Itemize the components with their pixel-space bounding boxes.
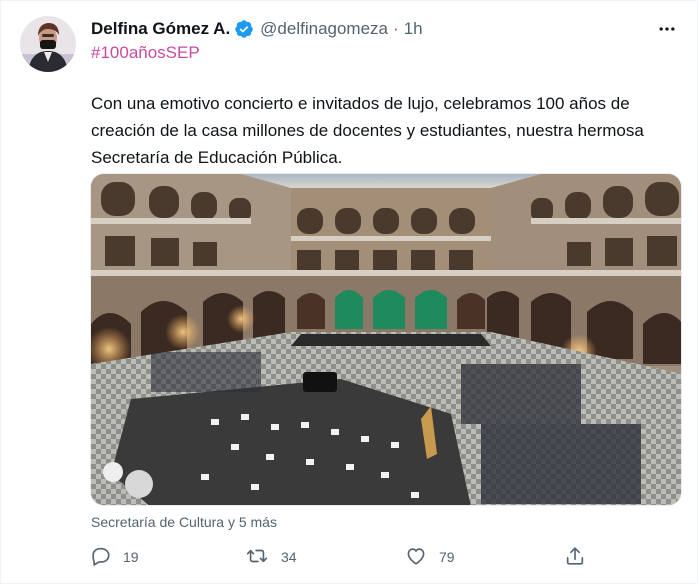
tweet-photo[interactable] <box>90 173 682 506</box>
tweet-text: Con una emotivo concierto e invitados de… <box>91 94 644 167</box>
verified-badge-icon <box>234 19 254 39</box>
separator-dot: · <box>393 19 399 38</box>
author-handle[interactable]: @delfinagomeza <box>260 19 388 39</box>
reply-count: 19 <box>123 549 139 565</box>
like-button[interactable]: 79 <box>405 544 455 570</box>
retweet-button[interactable]: 34 <box>245 544 297 570</box>
reply-icon <box>89 545 111 570</box>
tweet[interactable]: Delfina Gómez A. @delfinagomeza · 1h #10… <box>0 0 698 584</box>
author-name[interactable]: Delfina Gómez A. <box>91 19 230 39</box>
share-icon <box>564 545 586 570</box>
share-button[interactable] <box>564 544 586 570</box>
like-count: 79 <box>439 549 455 565</box>
retweet-icon <box>245 545 269 570</box>
tweet-header: Delfina Gómez A. @delfinagomeza · 1h <box>91 17 423 41</box>
tagged-people[interactable]: Secretaría de Cultura y 5 más <box>91 514 277 530</box>
avatar[interactable] <box>20 16 76 72</box>
retweet-count: 34 <box>281 549 297 565</box>
hashtag-link[interactable]: #100añosSEP <box>91 43 200 63</box>
more-options-icon[interactable] <box>655 17 679 41</box>
tweet-actions: 19 34 79 <box>89 544 599 570</box>
timestamp[interactable]: 1h <box>404 19 423 39</box>
heart-icon <box>405 545 427 570</box>
reply-button[interactable]: 19 <box>89 544 139 570</box>
